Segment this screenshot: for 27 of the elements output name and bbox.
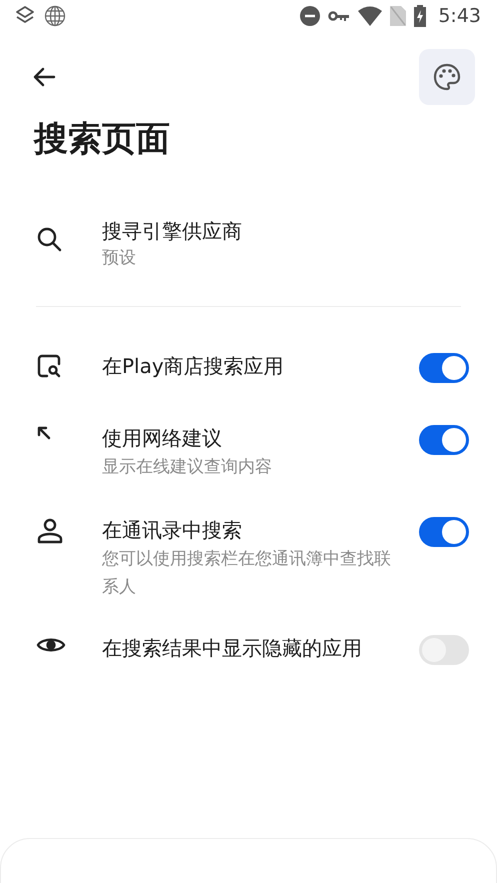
battery-charging-icon: [414, 5, 426, 27]
status-time: 5:43: [438, 5, 481, 27]
provider-title[interactable]: 搜寻引擎供应商: [102, 218, 457, 244]
toggle-switch[interactable]: [419, 425, 469, 455]
setting-title: 在搜索结果中显示隐藏的应用: [102, 635, 363, 661]
setting-description: 显示在线建议查询内容: [102, 456, 273, 479]
wifi-icon: [358, 6, 382, 26]
palette-button[interactable]: [419, 49, 475, 105]
toggle-switch[interactable]: [419, 353, 469, 383]
person-icon: [36, 517, 64, 545]
app-search-icon: [36, 353, 62, 379]
search-icon: [36, 226, 62, 252]
do-not-disturb-icon: [300, 6, 320, 26]
back-icon[interactable]: [32, 67, 56, 87]
key-icon: [328, 9, 350, 23]
palette-icon: [432, 62, 462, 92]
no-sim-icon: [390, 6, 406, 26]
globe-icon: [44, 5, 66, 27]
arrow-icon: [36, 425, 52, 441]
provider-value: 预设: [102, 247, 137, 270]
setting-title: 使用网络建议: [102, 425, 223, 451]
setting-title: 在通讯录中搜索: [102, 517, 243, 543]
setting-title: 在Play商店搜索应用: [102, 353, 285, 379]
toggle-switch[interactable]: [419, 635, 469, 665]
toggle-switch[interactable]: [419, 517, 469, 547]
setting-description: 您可以使用搜索栏在您通讯簿中查找联系人: [102, 548, 392, 599]
page-title: 搜索页面: [34, 122, 171, 161]
